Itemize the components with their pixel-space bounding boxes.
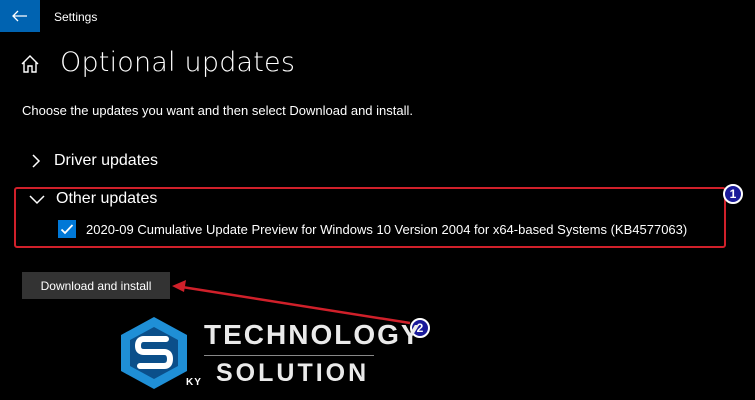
app-title: Settings <box>54 10 98 24</box>
back-button[interactable] <box>0 0 40 32</box>
back-arrow-icon <box>12 10 27 22</box>
watermark-logo-text: KY <box>186 377 202 388</box>
download-and-install-button[interactable]: Download and install <box>22 272 170 299</box>
title-bar: Settings <box>0 0 755 32</box>
section-driver-updates[interactable]: Driver updates <box>28 152 158 170</box>
home-icon[interactable] <box>20 54 40 74</box>
watermark: TECHNOLOGY SOLUTION KY <box>116 315 420 400</box>
chevron-right-icon <box>32 154 41 168</box>
page-title: Optional updates <box>60 47 296 78</box>
annotation-badge-1: 1 <box>723 184 743 204</box>
annotation-highlight-box <box>14 187 726 248</box>
instructions-text: Choose the updates you want and then sel… <box>22 103 413 118</box>
logo-icon <box>121 317 187 389</box>
watermark-text-technology: TECHNOLOGY <box>204 319 422 350</box>
section-label: Driver updates <box>54 152 159 169</box>
watermark-text-solution: SOLUTION <box>216 359 370 387</box>
watermark-divider <box>204 355 374 356</box>
